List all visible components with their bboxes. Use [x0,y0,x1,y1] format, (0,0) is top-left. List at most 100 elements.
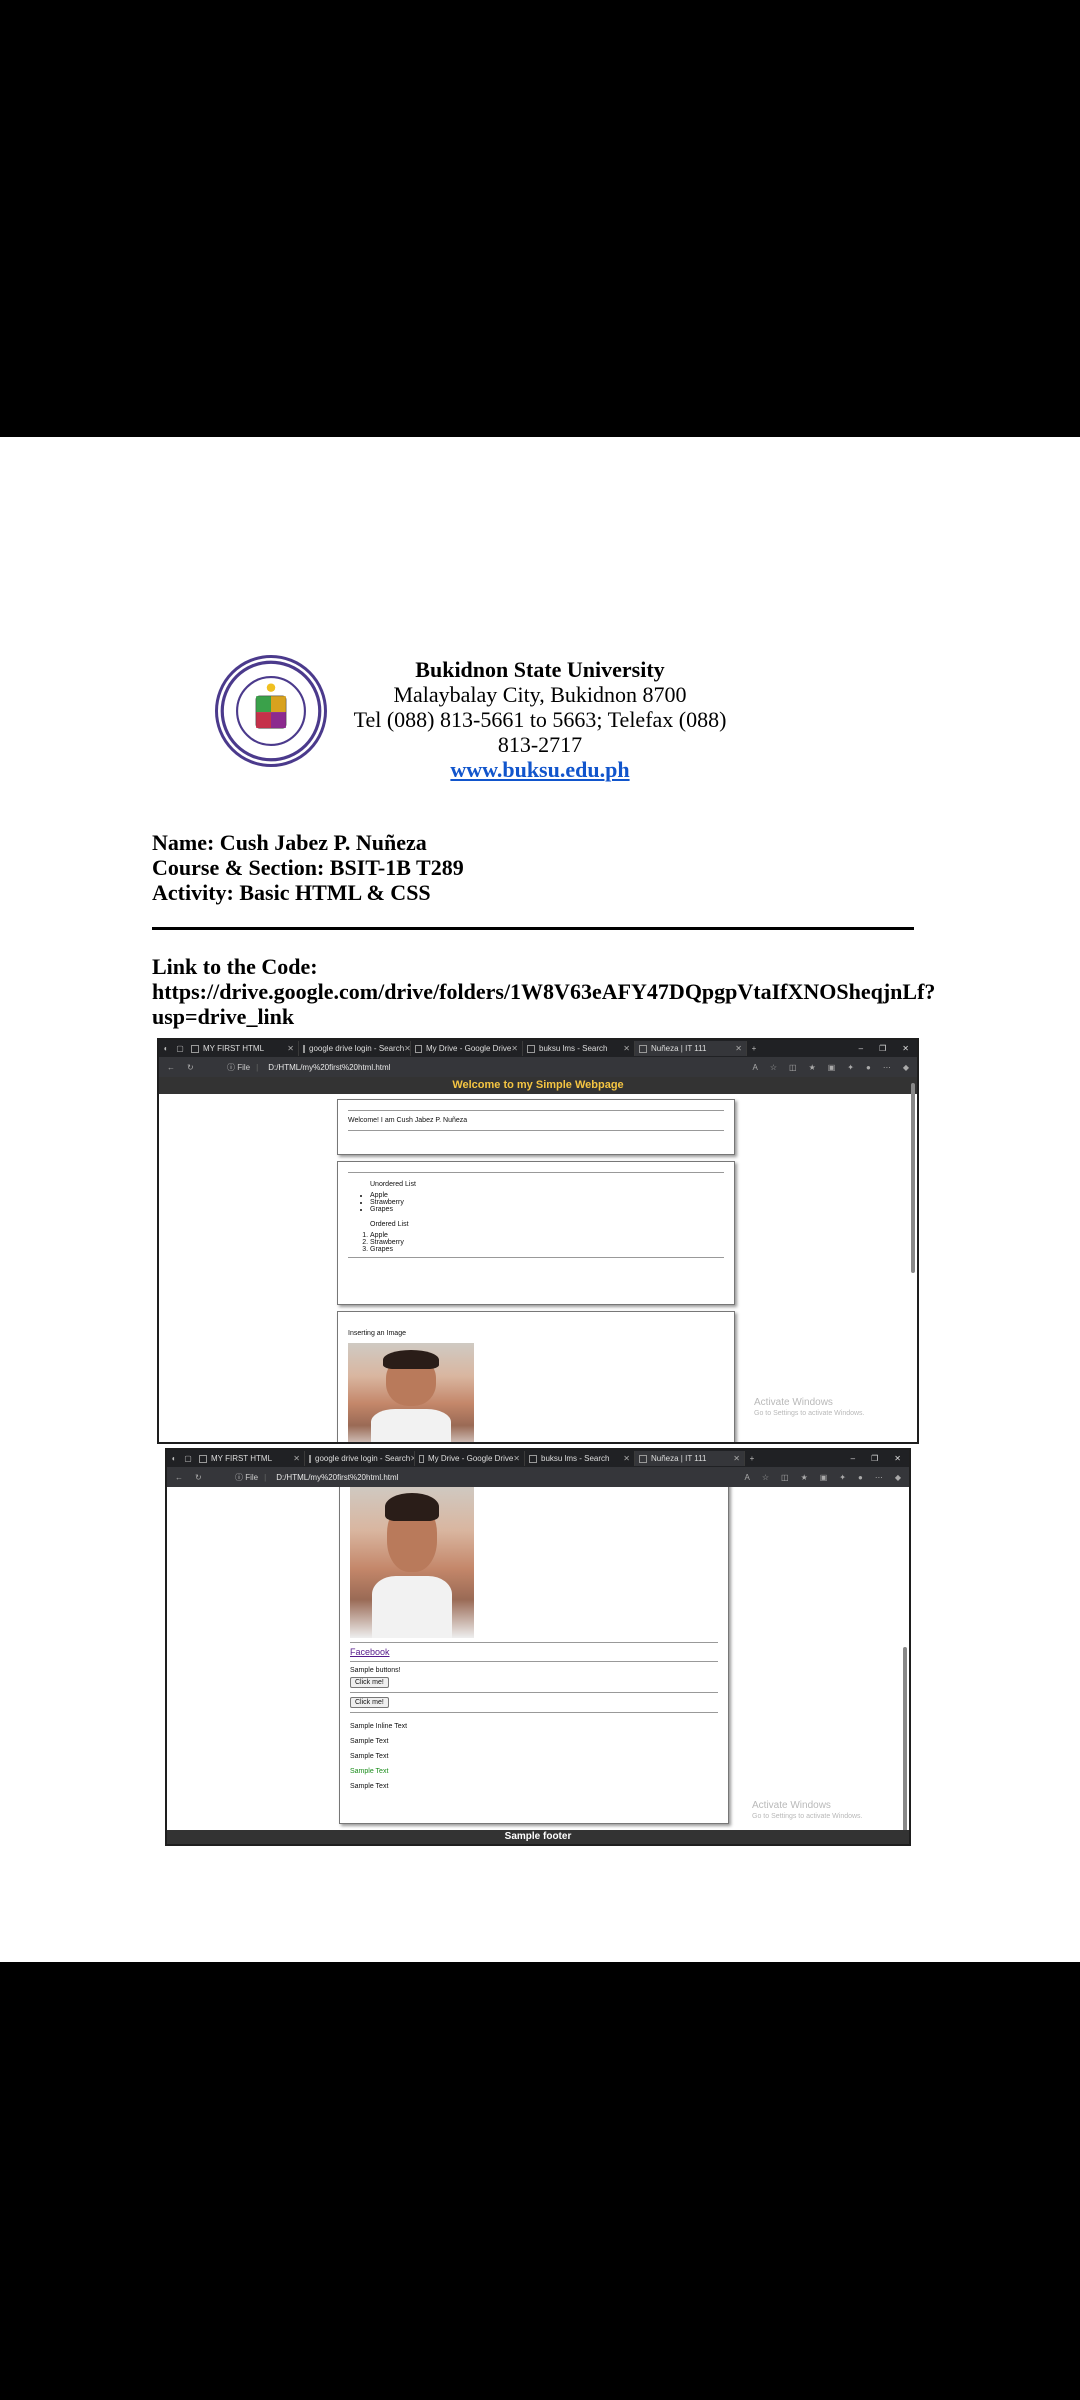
close-icon[interactable]: ✕ [733,1454,740,1463]
tab-3[interactable]: My Drive - Google Drive ✕ [411,1041,523,1056]
unordered-list: Apple Strawberry Grapes [370,1192,724,1213]
window-controls: – ❐ ✕ [851,1454,909,1463]
close-icon[interactable]: ✕ [623,1044,630,1053]
close-window-icon[interactable]: ✕ [902,1044,909,1053]
read-aloud-icon[interactable]: A [752,1063,757,1072]
profile-icon[interactable]: ◐ [159,1044,173,1053]
divider [348,1257,724,1258]
minimize-icon[interactable]: – [859,1044,863,1053]
buttons-label: Sample buttons! [350,1667,401,1674]
read-aloud-icon[interactable]: A [744,1473,749,1482]
divider [350,1712,718,1713]
code-link-block: Link to the Code: https://drive.google.c… [152,954,942,1029]
extensions-icon[interactable]: ✦ [847,1063,854,1072]
sample-text-green: Sample Text [350,1768,389,1775]
browser-tab-bar: ◐ ▢ MY FIRST HTML ✕ google drive login - … [167,1450,909,1467]
webpage-title: Welcome to my Simple Webpage [159,1077,917,1094]
university-website-link[interactable]: www.buksu.edu.ph [450,757,629,782]
url-input[interactable]: D:/HTML/my%20first%20html.html [264,1063,390,1072]
click-me-button-2[interactable]: Click me! [350,1697,389,1708]
close-icon[interactable]: ✕ [293,1454,300,1463]
profile-icon[interactable]: ◐ [167,1454,181,1463]
university-name: Bukidnon State University [415,657,665,682]
close-icon[interactable]: ✕ [511,1044,518,1053]
tab-2[interactable]: google drive login - Search✕ [305,1451,415,1466]
close-icon[interactable]: ✕ [735,1044,742,1053]
photo-shirt [372,1576,452,1638]
restore-icon[interactable]: ❐ [879,1044,886,1053]
code-link-url[interactable]: https://drive.google.com/drive/folders/1… [152,979,942,1029]
divider [350,1692,718,1693]
tab-1[interactable]: MY FIRST HTML ✕ [187,1041,299,1056]
search-icon [529,1454,537,1463]
avatar[interactable]: ● [866,1063,871,1072]
tab-4[interactable]: buksu lms - Search ✕ [525,1451,635,1466]
new-tab-icon[interactable]: + [747,1044,761,1053]
photo-shirt [370,1409,452,1442]
tab-actions-icon[interactable]: ▢ [173,1044,187,1053]
list-item: Apple [370,1192,724,1199]
drive-icon [419,1454,424,1463]
favorite-icon[interactable]: ☆ [770,1063,777,1072]
favorite-icon[interactable]: ☆ [762,1473,769,1482]
favorites-icon[interactable]: ★ [801,1473,808,1482]
file-label: File [237,1062,251,1072]
tab-2[interactable]: google drive login - Search✕ [299,1041,411,1056]
copilot-icon[interactable]: ◆ [903,1063,909,1072]
nav-buttons: ← ↻ [167,1473,235,1482]
more-icon[interactable]: ⋯ [875,1473,883,1482]
search-icon [303,1044,305,1053]
copilot-icon[interactable]: ◆ [895,1473,901,1482]
new-tab-icon[interactable]: + [745,1454,759,1463]
sample-text: Sample Text [350,1783,389,1790]
collections-icon[interactable]: ▣ [820,1473,828,1482]
tab-actions-icon[interactable]: ▢ [181,1454,195,1463]
scrollbar-thumb[interactable] [911,1083,915,1273]
split-screen-icon[interactable]: ◫ [789,1063,797,1072]
close-icon[interactable]: ✕ [623,1454,630,1463]
restore-icon[interactable]: ❐ [871,1454,878,1463]
list-item: Apple [370,1232,724,1239]
list-item: Grapes [370,1206,724,1213]
back-icon[interactable]: ← [167,1063,175,1072]
close-icon[interactable]: ✕ [404,1044,410,1053]
avatar[interactable]: ● [858,1473,863,1482]
webpage-footer: Sample footer [167,1830,909,1844]
close-window-icon[interactable]: ✕ [894,1454,901,1463]
minimize-icon[interactable]: – [851,1454,855,1463]
windows-activation-watermark: Activate Windows Go to Settings to activ… [752,1800,863,1820]
refresh-icon[interactable]: ↻ [195,1473,202,1482]
tab-3[interactable]: My Drive - Google Drive ✕ [415,1451,525,1466]
address-separator: | [256,1062,259,1072]
code-link-label: Link to the Code: [152,954,318,979]
browser-tools: A ☆ ◫ ★ ▣ ✦ ● ⋯ ◆ [752,1063,917,1072]
back-icon[interactable]: ← [175,1473,183,1482]
info-icon[interactable]: ⓘ [235,1472,243,1483]
tab-1[interactable]: MY FIRST HTML ✕ [195,1451,305,1466]
close-icon[interactable]: ✕ [287,1044,294,1053]
divider [348,1130,724,1131]
browser-screenshot-bottom: ◐ ▢ MY FIRST HTML ✕ google drive login - … [165,1448,911,1846]
more-icon[interactable]: ⋯ [883,1063,891,1072]
extensions-icon[interactable]: ✦ [839,1473,846,1482]
collections-icon[interactable]: ▣ [828,1063,836,1072]
scrollbar-thumb[interactable] [903,1647,907,1837]
refresh-icon[interactable]: ↻ [187,1063,194,1072]
url-input[interactable]: D:/HTML/my%20first%20html.html [272,1473,398,1482]
tab-5-active[interactable]: Nuñeza | IT 111 ✕ [635,1041,747,1056]
sample-text: Sample Text [350,1738,389,1745]
favorites-icon[interactable]: ★ [809,1063,816,1072]
facebook-link[interactable]: Facebook [350,1647,718,1657]
tab-4[interactable]: buksu lms - Search ✕ [523,1041,635,1056]
page-icon [639,1454,647,1463]
close-icon[interactable]: ✕ [513,1454,520,1463]
info-icon[interactable]: ⓘ [227,1062,235,1073]
browser-viewport: Welcome to my Simple Webpage Welcome! I … [159,1077,917,1442]
split-screen-icon[interactable]: ◫ [781,1473,789,1482]
search-icon [309,1454,311,1463]
address-separator: | [264,1472,267,1482]
window-controls: – ❐ ✕ [859,1044,917,1053]
profile-photo [348,1343,474,1442]
tab-5-active[interactable]: Nuñeza | IT 111 ✕ [635,1451,745,1466]
click-me-button[interactable]: Click me! [350,1677,389,1688]
